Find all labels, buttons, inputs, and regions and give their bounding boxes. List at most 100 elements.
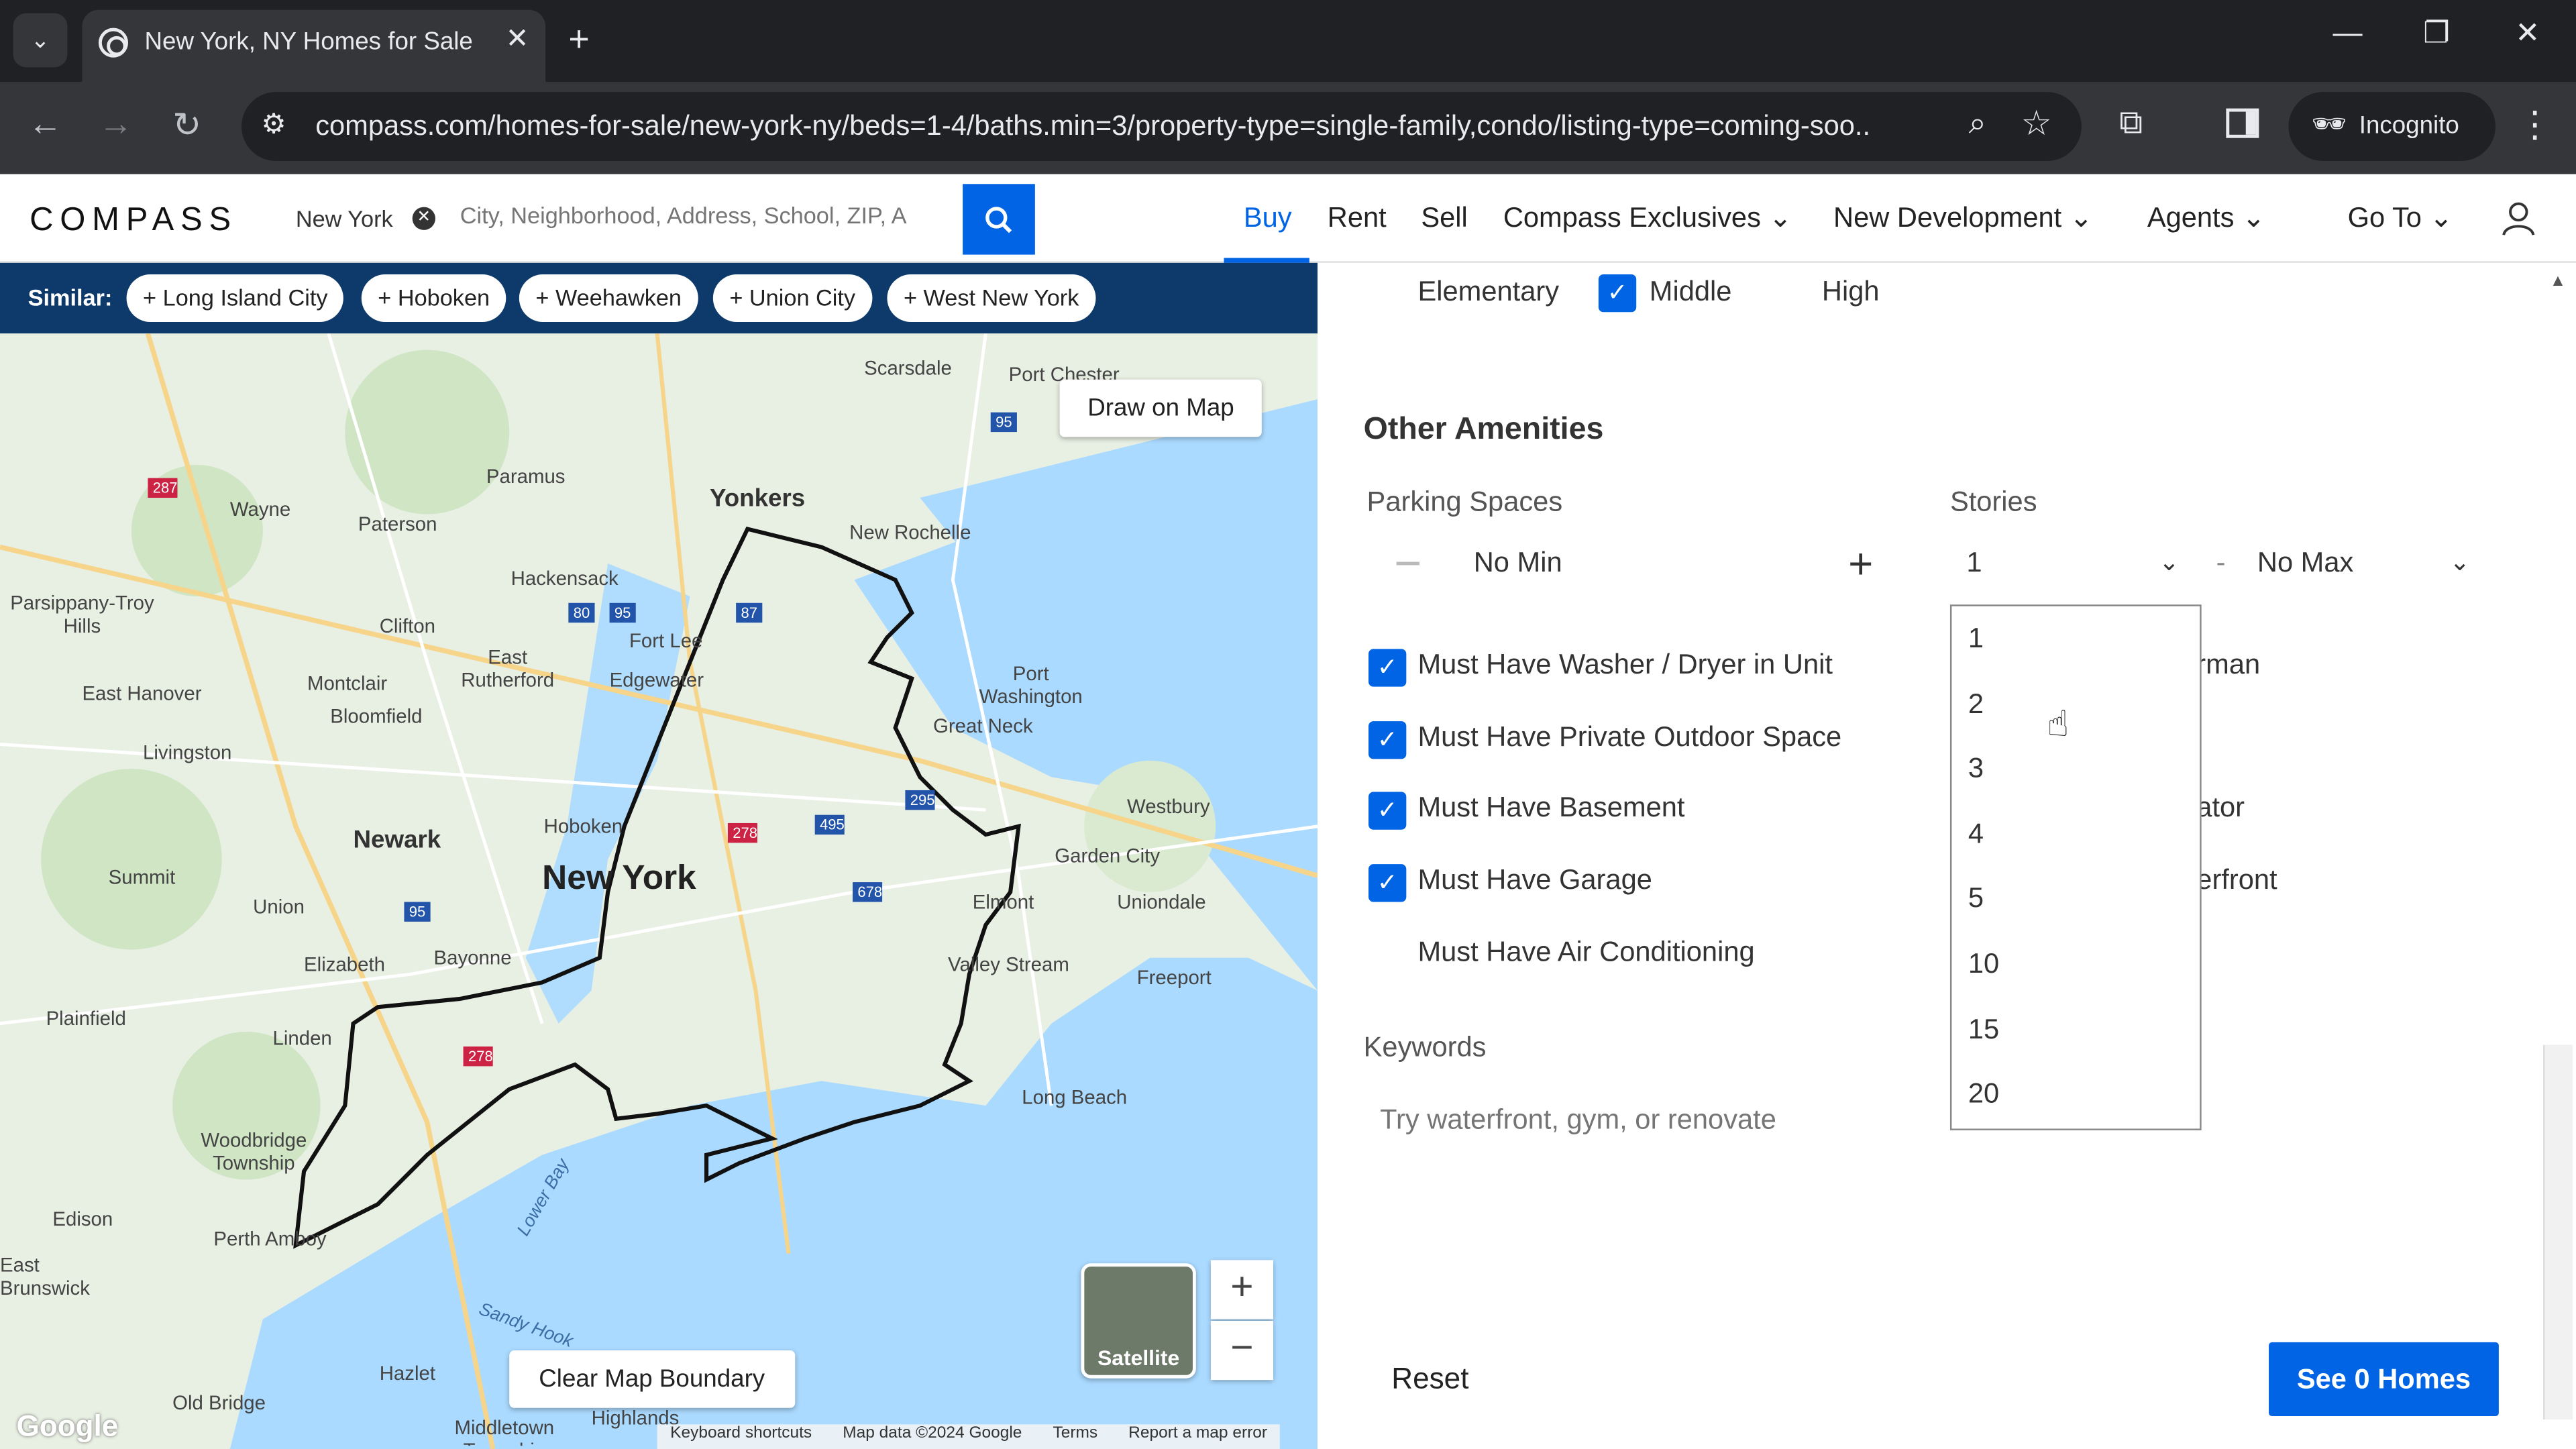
map-label-parsippany: Parsippany-Troy Hills <box>10 591 154 638</box>
clear-location-icon[interactable]: ✕ <box>412 207 435 230</box>
search-button[interactable] <box>963 184 1035 255</box>
terms-link[interactable]: Terms <box>1053 1424 1097 1442</box>
similar-chip-weehawken[interactable]: + Weehawken <box>519 274 698 322</box>
scroll-up-arrow-icon[interactable]: ▲ <box>2550 273 2566 291</box>
map-label-bayonne: Bayonne <box>433 946 512 969</box>
basement-label[interactable]: Must Have Basement <box>1417 792 1684 824</box>
chip-label: Long Island City <box>162 284 328 311</box>
new-tab-icon[interactable]: + <box>568 18 589 61</box>
school-level-high[interactable]: High <box>1822 276 1880 309</box>
map-view[interactable]: 278 495 295 678 95 278 287 80 95 87 95 N… <box>0 333 1318 1449</box>
washer-dryer-checkbox[interactable]: ✓ <box>1368 649 1407 687</box>
report-error-link[interactable]: Report a map error <box>1128 1424 1267 1442</box>
search-icon <box>985 206 1012 233</box>
washer-dryer-label[interactable]: Must Have Washer / Dryer in Unit <box>1417 649 1832 682</box>
tab-close-icon[interactable]: ✕ <box>506 23 529 56</box>
stories-option[interactable]: 10 <box>1968 948 1999 981</box>
site-header: COMPASS New York ✕ Buy Rent Sell Compass… <box>0 174 2576 263</box>
url-text[interactable]: compass.com/homes-for-sale/new-york-ny/b… <box>315 110 1868 143</box>
elevator-label-partial[interactable]: ator <box>2196 792 2245 824</box>
nav-sell[interactable]: Sell <box>1421 202 1467 235</box>
stories-dropdown[interactable]: 1 2 3 4 5 10 15 20 <box>1949 604 2202 1130</box>
minimize-icon[interactable]: — <box>2333 16 2363 50</box>
chevron-down-icon[interactable]: ⌄ <box>2449 547 2470 577</box>
stories-option[interactable]: 20 <box>1968 1078 1999 1111</box>
stories-option[interactable]: 5 <box>1968 882 1984 915</box>
bookmark-star-icon[interactable]: ☆ <box>2021 103 2052 144</box>
nav-compass-exclusives[interactable]: Compass Exclusives ⌄ <box>1503 202 1792 235</box>
map-data-text: Map data ©2024 Google <box>843 1424 1022 1443</box>
similar-chip-hoboken[interactable]: + Hoboken <box>361 274 506 322</box>
panel-scrollbar[interactable] <box>2543 1044 2573 1419</box>
clear-map-boundary-button[interactable]: Clear Map Boundary <box>509 1350 795 1408</box>
user-account-icon[interactable] <box>2500 201 2536 247</box>
garage-label[interactable]: Must Have Garage <box>1417 864 1652 897</box>
search-input[interactable] <box>460 202 953 229</box>
chevron-down-icon: ⌄ <box>2429 202 2453 233</box>
side-panel-icon[interactable] <box>2226 108 2259 138</box>
restore-icon[interactable]: ❐ <box>2423 16 2450 50</box>
basement-checkbox[interactable]: ✓ <box>1368 792 1407 830</box>
forward-icon[interactable]: → <box>99 105 133 145</box>
nav-rent[interactable]: Rent <box>1328 202 1387 235</box>
nav-go-to[interactable]: Go To ⌄ <box>2348 202 2453 235</box>
middle-checkbox[interactable]: ✓ <box>1598 274 1637 313</box>
draw-on-map-button[interactable]: Draw on Map <box>1059 379 1263 437</box>
site-favicon-icon <box>98 28 129 58</box>
nav-new-development-label: New Development <box>1833 202 2062 233</box>
address-bar[interactable]: ⚙ compass.com/homes-for-sale/new-york-ny… <box>241 92 2082 161</box>
map-label-bloomfield: Bloomfield <box>330 704 423 728</box>
stories-option[interactable]: 4 <box>1968 818 1984 851</box>
parking-decrement-button[interactable] <box>1396 561 1419 566</box>
stories-option[interactable]: 2 <box>1968 688 1984 721</box>
svg-text:95: 95 <box>409 904 426 920</box>
keywords-label: Keywords <box>1363 1031 1487 1063</box>
zoom-in-button[interactable]: + <box>1210 1260 1273 1320</box>
garage-checkbox[interactable]: ✓ <box>1368 864 1407 902</box>
chip-label: Hoboken <box>397 284 490 311</box>
nav-agents[interactable]: Agents ⌄ <box>2147 202 2265 235</box>
reset-button[interactable]: Reset <box>1391 1362 1468 1396</box>
extensions-icon[interactable]: ⧉ <box>2119 105 2143 143</box>
air-conditioning-label[interactable]: Must Have Air Conditioning <box>1417 936 1754 969</box>
browser-tab[interactable]: New York, NY Homes for Sale - ✕ <box>82 9 546 83</box>
outdoor-space-checkbox[interactable]: ✓ <box>1368 721 1407 759</box>
zoom-icon[interactable]: ⌕ <box>1969 107 1986 143</box>
chevron-down-icon[interactable]: ⌄ <box>2159 547 2180 577</box>
map-label-middletown: Middletown Township <box>454 1416 555 1446</box>
map-label-paramus: Paramus <box>486 465 566 488</box>
nav-new-development[interactable]: New Development ⌄ <box>1833 202 2093 235</box>
similar-chip-west-new-york[interactable]: + West New York <box>887 274 1095 322</box>
zoom-out-button[interactable]: − <box>1210 1320 1273 1381</box>
tab-title: New York, NY Homes for Sale - <box>144 28 474 56</box>
stories-option[interactable]: 1 <box>1968 623 1984 655</box>
svg-text:80: 80 <box>574 604 590 621</box>
compass-logo[interactable]: COMPASS <box>30 202 237 239</box>
doorman-label-partial[interactable]: rman <box>2196 649 2260 682</box>
waterfront-label-partial[interactable]: erfront <box>2196 864 2277 897</box>
back-icon[interactable]: ← <box>28 105 62 145</box>
nav-buy[interactable]: Buy <box>1244 202 1292 235</box>
similar-chip-union-city[interactable]: + Union City <box>712 274 872 322</box>
stories-option[interactable]: 3 <box>1968 753 1984 786</box>
outdoor-space-label[interactable]: Must Have Private Outdoor Space <box>1417 721 1841 754</box>
stories-option[interactable]: 15 <box>1968 1014 1999 1046</box>
stories-min-select[interactable]: 1 <box>1966 547 1982 580</box>
reload-icon[interactable]: ↻ <box>172 105 201 146</box>
similar-chip-long-island-city[interactable]: + Long Island City <box>126 274 345 322</box>
map-label-yonkers: Yonkers <box>709 484 806 513</box>
school-level-elementary[interactable]: Elementary <box>1417 276 1559 309</box>
stories-max-select[interactable]: No Max <box>2257 547 2353 580</box>
menu-icon[interactable]: ⋮ <box>2517 103 2553 146</box>
site-settings-icon[interactable]: ⚙ <box>261 109 286 142</box>
close-window-icon[interactable]: ✕ <box>2515 16 2540 50</box>
satellite-toggle[interactable]: Satellite <box>1081 1263 1196 1379</box>
parking-increment-button[interactable]: + <box>1848 539 1873 590</box>
map-label-great-neck: Great Neck <box>933 714 1033 738</box>
school-level-middle[interactable]: Middle <box>1650 276 1732 309</box>
keyboard-shortcuts-link[interactable]: Keyboard shortcuts <box>670 1424 812 1442</box>
keywords-input[interactable] <box>1366 1097 1893 1144</box>
see-homes-button[interactable]: See 0 Homes <box>2269 1342 2499 1417</box>
incognito-badge[interactable]: 🕶 Incognito <box>2288 92 2496 161</box>
tab-list-icon[interactable]: ⌄ <box>13 13 68 68</box>
